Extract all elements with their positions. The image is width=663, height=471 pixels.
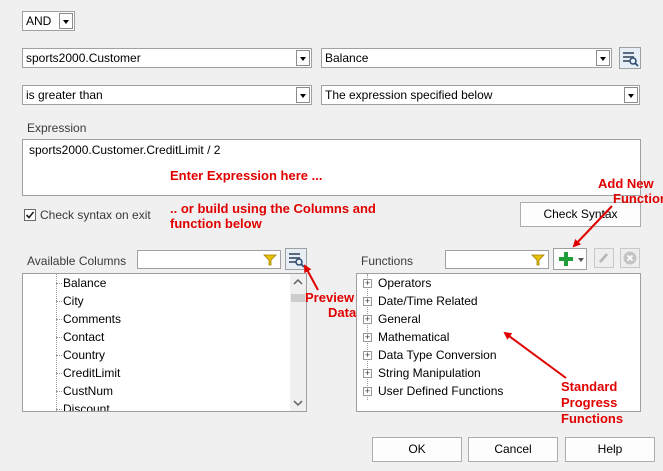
function-group-data-type-conversion[interactable]: Data Type Conversion [378, 346, 497, 364]
help-button[interactable]: Help [565, 437, 655, 462]
standard-annotation-line2: Progress [561, 395, 618, 410]
field-preview-button[interactable] [619, 47, 641, 69]
scrollbar-thumb[interactable] [291, 294, 305, 302]
column-item-country[interactable]: Country [63, 346, 105, 364]
add-icon [559, 252, 573, 266]
chevron-down-icon[interactable] [624, 87, 638, 103]
value-source-select-value: The expression specified below [325, 88, 493, 102]
available-columns-list[interactable]: Balance City Comments Contact Country Cr… [22, 273, 307, 412]
preview-data-button[interactable] [285, 248, 307, 270]
standard-annotation-line3: Functions [561, 411, 624, 426]
delete-icon [623, 251, 637, 265]
logic-operator-select[interactable]: AND [22, 11, 75, 31]
expression-textarea[interactable]: sports2000.Customer.CreditLimit / 2 [22, 139, 641, 196]
delete-function-button[interactable] [620, 248, 640, 268]
expand-icon[interactable]: + [363, 387, 372, 396]
chevron-down-icon[interactable] [296, 87, 310, 103]
tree-guide-tick [56, 373, 62, 374]
scroll-up-icon[interactable] [290, 275, 306, 289]
pencil-icon [599, 253, 608, 263]
column-item-city[interactable]: City [63, 292, 84, 310]
preview-data-icon [623, 52, 639, 67]
tree-guide-tick [56, 337, 62, 338]
expression-value: sports2000.Customer.CreditLimit / 2 [29, 143, 221, 157]
expand-icon[interactable]: + [363, 369, 372, 378]
expression-label: Expression [27, 121, 87, 135]
chevron-down-icon[interactable] [59, 13, 73, 29]
function-group-datetime[interactable]: Date/Time Related [378, 292, 478, 310]
expand-icon[interactable]: + [363, 333, 372, 342]
build-annotation-line2: function below [170, 216, 262, 231]
logic-operator-value: AND [26, 14, 52, 28]
function-group-general[interactable]: General [378, 310, 421, 328]
tree-guide-tick [56, 301, 62, 302]
cancel-button[interactable]: Cancel [468, 437, 558, 462]
build-annotation-line1: .. or build using the Columns and [170, 201, 376, 216]
standard-annotation-line1: Standard [561, 379, 618, 394]
columns-scrollbar[interactable] [290, 274, 306, 411]
chevron-down-icon[interactable] [296, 50, 310, 66]
help-button-label: Help [597, 442, 623, 456]
expand-icon[interactable]: + [363, 315, 372, 324]
columns-filter-input[interactable] [137, 250, 281, 269]
expand-icon[interactable]: + [363, 297, 372, 306]
function-group-string-manipulation[interactable]: String Manipulation [378, 364, 481, 382]
checkmark-icon [25, 211, 35, 219]
expand-icon[interactable]: + [363, 279, 372, 288]
chevron-down-icon [578, 258, 584, 262]
tree-guide-tick [56, 409, 62, 410]
column-item-contact[interactable]: Contact [63, 328, 104, 346]
tree-guide-tick [56, 283, 62, 284]
field-select-value: Balance [325, 51, 369, 65]
preview-annotation-line2: Data [328, 305, 357, 320]
column-item-balance[interactable]: Balance [63, 274, 106, 292]
ok-button-label: OK [408, 442, 426, 456]
operator-select[interactable]: is greater than [22, 85, 312, 105]
edit-function-button[interactable] [594, 248, 614, 268]
value-source-select[interactable]: The expression specified below [321, 85, 640, 105]
add-function-button[interactable] [553, 248, 587, 270]
add-new-annotation-line2: Function [613, 191, 663, 206]
table-select[interactable]: sports2000.Customer [22, 48, 312, 68]
preview-annotation-line1: Preview [305, 290, 355, 305]
table-select-value: sports2000.Customer [26, 51, 141, 65]
column-item-discount[interactable]: Discount [63, 400, 110, 411]
chevron-down-icon[interactable] [596, 50, 610, 66]
scroll-down-icon[interactable] [290, 396, 306, 410]
column-item-creditlimit[interactable]: CreditLimit [63, 364, 120, 382]
column-item-comments[interactable]: Comments [63, 310, 121, 328]
expand-icon[interactable]: + [363, 351, 372, 360]
check-syntax-button-label: Check Syntax [543, 207, 618, 221]
column-item-custnum[interactable]: CustNum [63, 382, 113, 400]
add-new-annotation-line1: Add New [598, 176, 654, 191]
operator-select-value: is greater than [26, 88, 103, 102]
enter-expression-annotation: Enter Expression here ... [170, 168, 323, 183]
function-group-mathematical[interactable]: Mathematical [378, 328, 449, 346]
filter-icon[interactable] [531, 253, 545, 267]
field-select[interactable]: Balance [321, 48, 612, 68]
functions-label: Functions [361, 254, 414, 268]
filter-icon[interactable] [263, 253, 277, 267]
functions-filter-input[interactable] [445, 250, 549, 269]
function-group-user-defined[interactable]: User Defined Functions [378, 382, 503, 400]
check-syntax-checkbox[interactable] [24, 209, 36, 221]
tree-guide-tick [56, 319, 62, 320]
ok-button[interactable]: OK [372, 437, 462, 462]
tree-guide-tick [56, 391, 62, 392]
available-columns-label: Available Columns [27, 254, 127, 268]
function-group-operators[interactable]: Operators [378, 274, 431, 292]
tree-guide-tick [56, 355, 62, 356]
preview-data-icon [289, 253, 305, 268]
cancel-button-label: Cancel [494, 442, 532, 456]
check-syntax-label: Check syntax on exit [40, 208, 151, 222]
